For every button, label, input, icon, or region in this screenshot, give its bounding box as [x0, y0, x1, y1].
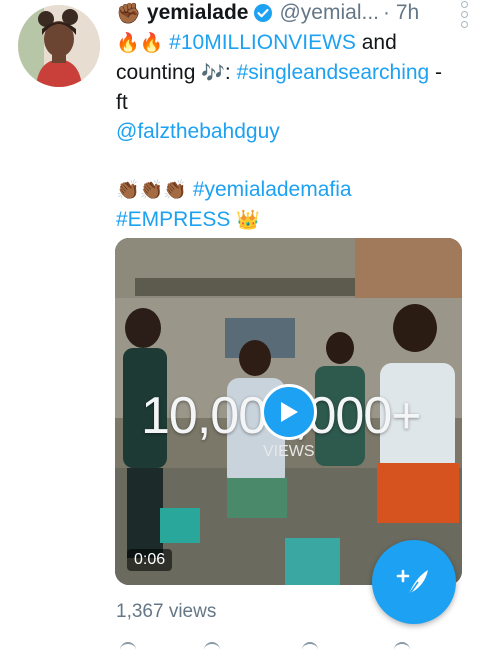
clapping-hands-emoji: 👏🏾👏🏾👏🏾 [116, 180, 187, 201]
video-overlay-subtext: VIEWS [263, 443, 315, 460]
reply-icon[interactable] [120, 642, 136, 652]
raised-fist-emoji: ✊🏾 [116, 2, 141, 25]
tweet-time[interactable]: · 7h [383, 1, 419, 25]
tweet-text: 🔥🔥 #10MILLIONVIEWS and counting 🎶: #sing… [116, 28, 466, 235]
hashtag-singleandsearching[interactable]: #singleandsearching [237, 61, 430, 84]
compose-tweet-icon[interactable] [372, 540, 456, 624]
retweet-icon[interactable] [204, 642, 220, 652]
text-and: and [355, 31, 397, 54]
verified-badge-icon [253, 3, 273, 23]
hashtag-10millionviews[interactable]: #10MILLIONVIEWS [169, 31, 356, 54]
hashtag-yemialademafia[interactable]: #yemialademafia [193, 178, 352, 201]
text-colon: : [224, 61, 237, 84]
fire-emoji: 🔥🔥 [116, 33, 164, 54]
text-counting: counting [116, 61, 202, 84]
play-icon[interactable] [261, 384, 317, 440]
like-icon[interactable] [302, 642, 318, 652]
text-dash: - [429, 61, 443, 84]
avatar-photo [18, 5, 100, 87]
text-ft: ft [116, 91, 128, 114]
view-count: 1,367 views [116, 601, 217, 622]
display-name[interactable]: yemialade [147, 1, 249, 25]
mention-falzthebahdguy[interactable]: @falzthebahdguy [116, 117, 466, 146]
video-player[interactable]: 10,000,000+ VIEWS 0:06 [115, 238, 462, 585]
share-icon[interactable] [394, 642, 410, 652]
video-duration: 0:06 [127, 549, 173, 571]
more-options-icon[interactable] [458, 0, 470, 28]
crown-emoji: 👑 [236, 210, 260, 231]
user-handle[interactable]: @yemial... [279, 1, 379, 25]
tweet-actions-bar [116, 638, 456, 647]
hashtag-empress[interactable]: #EMPRESS [116, 208, 230, 231]
avatar[interactable] [18, 5, 100, 87]
music-notes-emoji: 🎶 [201, 63, 225, 84]
tweet-header: ✊🏾 yemialade @yemial... · 7h [116, 0, 460, 26]
